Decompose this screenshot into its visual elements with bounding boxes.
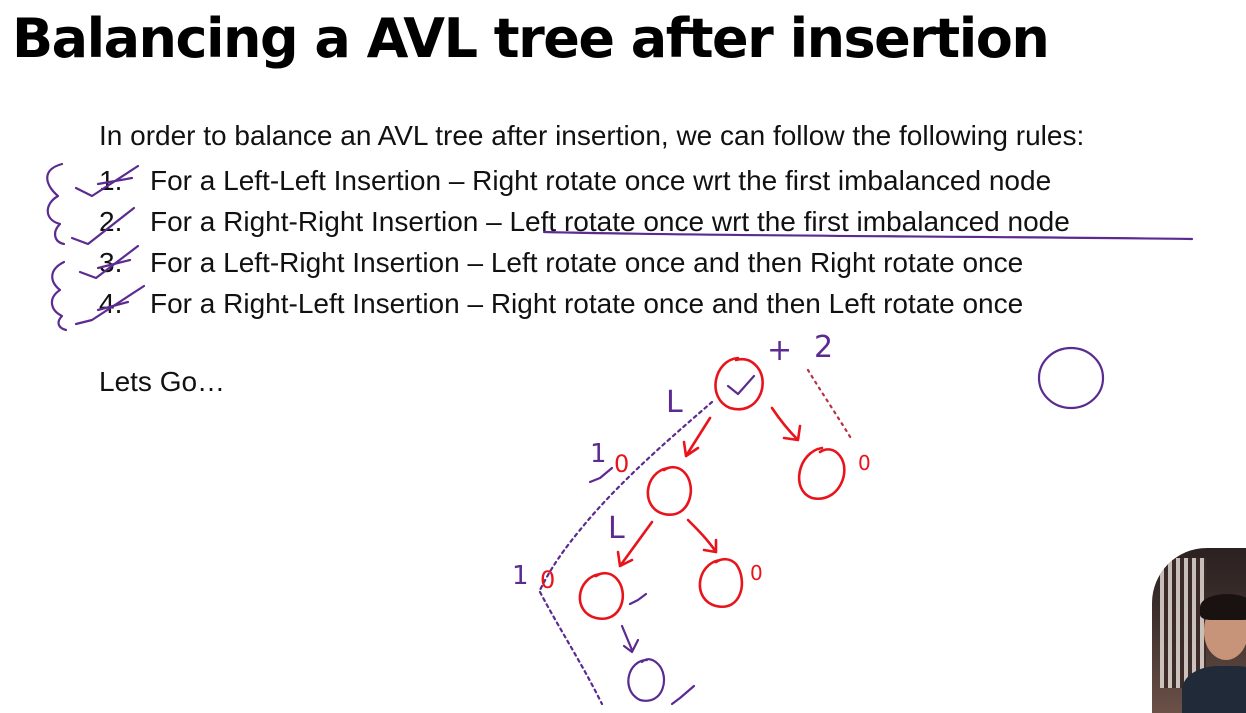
- left-child-balance-label: 1: [590, 439, 607, 469]
- check-mark-grandchild: [628, 592, 648, 606]
- edge-label-mid: L: [608, 511, 625, 546]
- rule-text: For a Left-Right Insertion – Left rotate…: [150, 247, 1024, 278]
- root-node-circle: [714, 356, 764, 411]
- rule-item-4: 4. For a Right-Left Insertion – Right rot…: [99, 283, 1070, 324]
- lets-go-text: Lets Go…: [99, 366, 226, 397]
- presenter-hair: [1200, 594, 1246, 620]
- new-node-circle: [1037, 346, 1105, 410]
- rules-list: 1. For a Left-Left Insertion – Right rota…: [99, 160, 1070, 324]
- right-child-balance-label: 0: [858, 451, 871, 475]
- rule-number: 1.: [99, 165, 123, 196]
- arrow-to-inserted: [620, 624, 640, 654]
- edge-root-left: [682, 416, 712, 458]
- dotted-path-left-lower: [538, 590, 604, 706]
- rule-item-1: 1. For a Left-Left Insertion – Right rota…: [99, 160, 1070, 201]
- left-grandchild-balance-label: 1: [512, 561, 529, 591]
- rule-text: For a Right-Right Insertion – Left rotat…: [150, 206, 1070, 237]
- edge-left-rightgrand: [686, 518, 718, 554]
- check-mark-small-left: [588, 466, 614, 484]
- handwritten-annotations: 2 + L L 1 1 0 0 0 0: [46, 162, 1194, 706]
- edge-left-leftgrand: [616, 520, 654, 568]
- edge-root-right: [770, 406, 802, 442]
- webcam-overlay: [1152, 548, 1246, 713]
- left-child-node-circle: [646, 465, 693, 516]
- dotted-path-right: [806, 368, 854, 442]
- brace-rules-3-4: [50, 260, 68, 332]
- rule-item-3: 3. For a Left-Right Insertion – Left rota…: [99, 242, 1070, 283]
- rule-number: 2.: [99, 206, 123, 237]
- root-balance-label: 2: [814, 330, 833, 365]
- check-mark-root: [726, 374, 756, 396]
- rule-text: For a Right-Left Insertion – Right rotat…: [150, 288, 1024, 319]
- left-grandchild-zero-label: 0: [540, 566, 555, 594]
- right-grandchild-node-circle: [698, 557, 744, 608]
- check-mark-inserted: [670, 684, 696, 706]
- rule-item-2: 2. For a Right-Right Insertion – Left rot…: [99, 201, 1070, 242]
- root-mark-label: +: [767, 333, 792, 368]
- dotted-path-left: [538, 400, 714, 592]
- rule-number: 4.: [99, 288, 123, 319]
- intro-text: In order to balance an AVL tree after in…: [99, 120, 1085, 151]
- right-grandchild-balance-label: 0: [750, 561, 763, 585]
- brace-rules-1-2: [46, 162, 66, 246]
- presenter-shirt: [1182, 666, 1246, 713]
- inserted-node-circle: [627, 658, 666, 702]
- left-grandchild-node-circle: [578, 571, 625, 620]
- left-child-zero-label: 0: [614, 450, 629, 478]
- rule-number: 3.: [99, 247, 123, 278]
- right-child-node-circle: [797, 446, 846, 501]
- page-title: Balancing a AVL tree after insertion: [12, 7, 1050, 70]
- edge-label-top: L: [666, 385, 683, 420]
- rule-text: For a Left-Left Insertion – Right rotate…: [150, 165, 1052, 196]
